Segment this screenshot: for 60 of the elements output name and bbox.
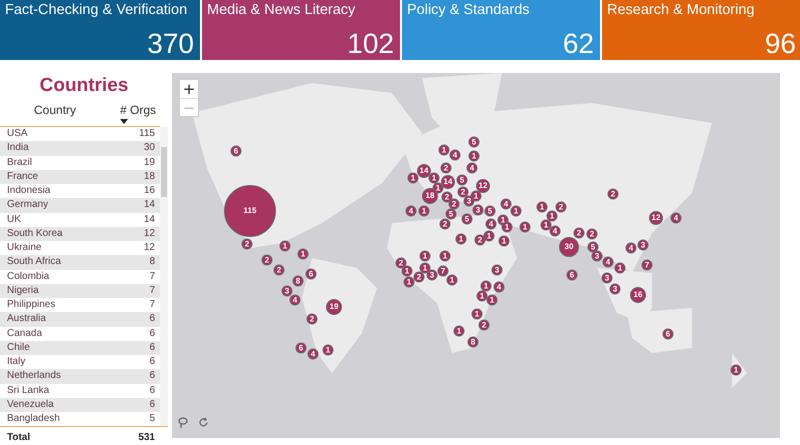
table-cell: 6: [149, 369, 155, 384]
table-cell-text: 7: [149, 298, 155, 312]
table-cell: Venezuela: [7, 398, 54, 412]
table-cell-text: Sri Lanka: [7, 384, 50, 398]
table-cell: India: [7, 141, 29, 156]
table-cell-text: 14: [144, 212, 155, 226]
table-cell-text: Bangladesh: [7, 412, 60, 426]
table-cell: Nigeria: [7, 284, 39, 298]
table-cell: Chile: [7, 340, 30, 355]
kpi-value: 102: [346, 30, 394, 58]
table-cell: France: [7, 170, 38, 184]
table-cell-text: Brazil: [7, 156, 32, 170]
table-cell-text: USA: [7, 127, 28, 141]
table-cell-text: 6: [149, 355, 155, 369]
table-cell-text: 115: [139, 127, 155, 141]
table-cell: 6: [149, 312, 155, 326]
kpi-label: Research & Monitoring: [607, 3, 756, 19]
scroll-thumb: [161, 147, 167, 197]
lasso-icon[interactable]: [178, 416, 188, 429]
table-cell: 14: [144, 198, 155, 212]
table-cell: South Africa: [7, 255, 61, 270]
table-cell-text: 12: [144, 241, 155, 255]
table-cell: 12: [144, 226, 155, 241]
table-cell: 18: [144, 170, 155, 184]
table-cell-text: Philippines: [7, 298, 56, 312]
table-cell-text: Canada: [7, 326, 42, 340]
table-cell-text: 19: [144, 156, 155, 170]
kpi-value: 62: [562, 30, 594, 58]
table-cell-text: Indonesia: [7, 184, 50, 198]
table-cell-text: 6: [149, 384, 155, 398]
table-cell-text: Ukraine: [7, 241, 42, 255]
total-value: 531: [138, 431, 155, 445]
kpi-label: Fact-Checking & Verification: [5, 3, 188, 19]
kpi-label: Media & News Literacy: [207, 3, 356, 19]
table-cell: Australia: [7, 312, 46, 326]
table-cell-text: UK: [7, 212, 21, 226]
panel-title: Countries: [38, 74, 130, 97]
kpi-label: Policy & Standards: [407, 3, 531, 19]
table-cell-text: 5: [149, 412, 155, 426]
map-marker[interactable]: 1: [428, 172, 440, 184]
table-cell: 30: [144, 141, 155, 156]
table-cell: 7: [149, 284, 155, 298]
table-cell: Netherlands: [7, 369, 61, 384]
table-cell-text: Colombia: [7, 270, 50, 284]
column-header[interactable]: Country: [4, 101, 76, 119]
table-cell: South Korea: [7, 226, 63, 241]
table-cell-text: 6: [149, 326, 155, 340]
map-marker[interactable]: 2: [448, 198, 460, 210]
column-header[interactable]: # Orgs: [120, 101, 156, 119]
total-label: Total: [7, 431, 30, 445]
table-cell-text: Italy: [7, 355, 26, 369]
table-cell-text: 7: [149, 270, 155, 284]
refresh-icon[interactable]: [198, 417, 209, 428]
kpi-value: 96: [764, 30, 796, 58]
table-cell: 8: [149, 255, 155, 270]
kpi-value: 370: [146, 30, 194, 58]
table-cell: 6: [149, 340, 155, 355]
table-cell-text: 16: [144, 184, 155, 198]
table-cell: Germany: [7, 198, 48, 212]
table-cell: 6: [149, 398, 155, 412]
